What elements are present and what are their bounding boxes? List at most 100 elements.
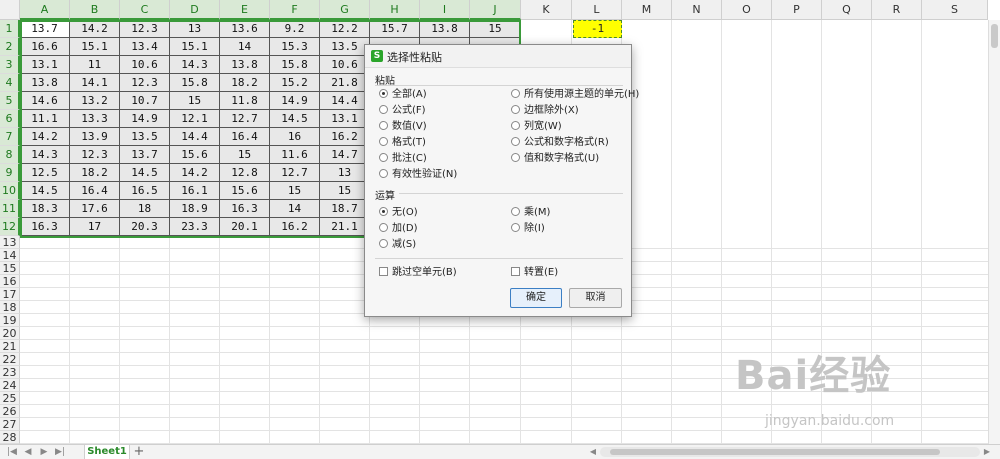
cell-g4[interactable]: 21.8	[320, 74, 370, 92]
cell-e8[interactable]: 15	[220, 146, 270, 164]
paste-option-1[interactable]: 公式(F)	[379, 104, 426, 118]
row-header-25[interactable]: 25	[0, 392, 20, 405]
cell-c2[interactable]: 13.4	[120, 38, 170, 56]
cell-e7[interactable]: 16.4	[220, 128, 270, 146]
cell-g9[interactable]: 13	[320, 164, 370, 182]
row-header-4[interactable]: 4	[0, 74, 20, 92]
row-header-14[interactable]: 14	[0, 249, 20, 262]
select-all-corner[interactable]	[0, 0, 20, 20]
ok-button[interactable]: 确定	[510, 288, 562, 308]
operation-option-0[interactable]: 无(O)	[379, 206, 418, 220]
cell-d8[interactable]: 15.6	[170, 146, 220, 164]
row-header-27[interactable]: 27	[0, 418, 20, 431]
cell-e11[interactable]: 16.3	[220, 200, 270, 218]
row-header-22[interactable]: 22	[0, 353, 20, 366]
cell-f11[interactable]: 14	[270, 200, 320, 218]
cell-a6[interactable]: 11.1	[20, 110, 70, 128]
cell-f12[interactable]: 16.2	[270, 218, 320, 236]
cell-g2[interactable]: 13.5	[320, 38, 370, 56]
cell-c3[interactable]: 10.6	[120, 56, 170, 74]
cell-b10[interactable]: 16.4	[70, 182, 120, 200]
cell-b5[interactable]: 13.2	[70, 92, 120, 110]
cell-b9[interactable]: 18.2	[70, 164, 120, 182]
cell-e6[interactable]: 12.7	[220, 110, 270, 128]
cell-a12[interactable]: 16.3	[20, 218, 70, 236]
row-header-13[interactable]: 13	[0, 236, 20, 249]
paste-right-option-2[interactable]: 列宽(W)	[511, 120, 562, 134]
cell-a5[interactable]: 14.6	[20, 92, 70, 110]
paste-option-3[interactable]: 格式(T)	[379, 136, 426, 150]
cell-d6[interactable]: 12.1	[170, 110, 220, 128]
cell-c4[interactable]: 12.3	[120, 74, 170, 92]
cell-a3[interactable]: 13.1	[20, 56, 70, 74]
cell-b2[interactable]: 15.1	[70, 38, 120, 56]
cell-e12[interactable]: 20.1	[220, 218, 270, 236]
cell-d9[interactable]: 14.2	[170, 164, 220, 182]
cell-a7[interactable]: 14.2	[20, 128, 70, 146]
column-header-r[interactable]: R	[872, 0, 922, 20]
operation-right-option-1[interactable]: 除(I)	[511, 222, 545, 236]
operation-option-2[interactable]: 减(S)	[379, 238, 416, 252]
column-header-g[interactable]: G	[320, 0, 370, 20]
scroll-right-icon[interactable]: ▶	[982, 446, 992, 458]
column-header-o[interactable]: O	[722, 0, 772, 20]
next-sheet-icon[interactable]: ▶	[38, 446, 50, 458]
cell-e4[interactable]: 18.2	[220, 74, 270, 92]
column-header-c[interactable]: C	[120, 0, 170, 20]
column-header-h[interactable]: H	[370, 0, 420, 20]
column-header-p[interactable]: P	[772, 0, 822, 20]
row-header-6[interactable]: 6	[0, 110, 20, 128]
add-sheet-button[interactable]: +	[133, 445, 145, 459]
cell-c5[interactable]: 10.7	[120, 92, 170, 110]
row-header-17[interactable]: 17	[0, 288, 20, 301]
cell-g6[interactable]: 13.1	[320, 110, 370, 128]
column-header-s[interactable]: S	[922, 0, 988, 20]
row-header-3[interactable]: 3	[0, 56, 20, 74]
row-header-15[interactable]: 15	[0, 262, 20, 275]
column-header-j[interactable]: J	[470, 0, 521, 20]
transpose-checkbox[interactable]: 转置(E)	[511, 266, 558, 280]
row-header-10[interactable]: 10	[0, 182, 20, 200]
column-header-m[interactable]: M	[622, 0, 672, 20]
cell-g12[interactable]: 21.1	[320, 218, 370, 236]
cell-a11[interactable]: 18.3	[20, 200, 70, 218]
first-sheet-icon[interactable]: |◀	[6, 446, 18, 458]
scroll-left-icon[interactable]: ◀	[588, 446, 598, 458]
cell-e9[interactable]: 12.8	[220, 164, 270, 182]
cell-b3[interactable]: 11	[70, 56, 120, 74]
operation-option-1[interactable]: 加(D)	[379, 222, 418, 236]
dialog-titlebar[interactable]: S 选择性粘贴	[365, 45, 631, 68]
row-header-24[interactable]: 24	[0, 379, 20, 392]
cell-f10[interactable]: 15	[270, 182, 320, 200]
cell-e10[interactable]: 15.6	[220, 182, 270, 200]
paste-option-4[interactable]: 批注(C)	[379, 152, 427, 166]
cell-e3[interactable]: 13.8	[220, 56, 270, 74]
cell-d12[interactable]: 23.3	[170, 218, 220, 236]
row-header-7[interactable]: 7	[0, 128, 20, 146]
column-header-f[interactable]: F	[270, 0, 320, 20]
row-header-19[interactable]: 19	[0, 314, 20, 327]
paste-right-option-3[interactable]: 公式和数字格式(R)	[511, 136, 609, 150]
column-header-n[interactable]: N	[672, 0, 722, 20]
row-header-8[interactable]: 8	[0, 146, 20, 164]
cell-c8[interactable]: 13.7	[120, 146, 170, 164]
row-header-11[interactable]: 11	[0, 200, 20, 218]
paste-option-2[interactable]: 数值(V)	[379, 120, 427, 134]
cell-e5[interactable]: 11.8	[220, 92, 270, 110]
cell-f4[interactable]: 15.2	[270, 74, 320, 92]
row-header-26[interactable]: 26	[0, 405, 20, 418]
cell-f7[interactable]: 16	[270, 128, 320, 146]
column-header-d[interactable]: D	[170, 0, 220, 20]
row-header-5[interactable]: 5	[0, 92, 20, 110]
cell-c12[interactable]: 20.3	[120, 218, 170, 236]
cell-f2[interactable]: 15.3	[270, 38, 320, 56]
cell-d2[interactable]: 15.1	[170, 38, 220, 56]
cell-d11[interactable]: 18.9	[170, 200, 220, 218]
cell-g3[interactable]: 10.6	[320, 56, 370, 74]
cell-b11[interactable]: 17.6	[70, 200, 120, 218]
cell-c1[interactable]: 12.3	[120, 20, 170, 38]
cell-g1[interactable]: 12.2	[320, 20, 370, 38]
column-header-b[interactable]: B	[70, 0, 120, 20]
paste-right-option-1[interactable]: 边框除外(X)	[511, 104, 579, 118]
cell-g5[interactable]: 14.4	[320, 92, 370, 110]
